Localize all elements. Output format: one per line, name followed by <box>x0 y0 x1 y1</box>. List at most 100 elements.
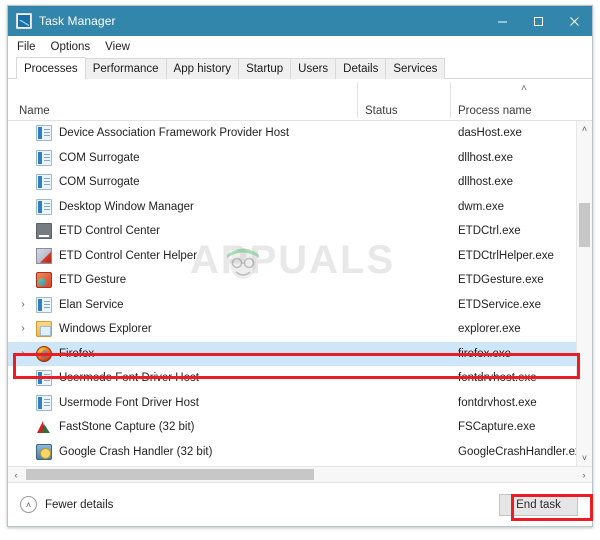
tab-details[interactable]: Details <box>335 58 387 79</box>
tab-performance[interactable]: Performance <box>84 58 167 79</box>
menu-bar: File Options View <box>8 36 592 57</box>
process-executable-name: dwm.exe <box>458 200 505 213</box>
process-display-name: Google Crash Handler (32 bit) <box>59 445 213 458</box>
tab-strip: Processes Performance App history Startu… <box>8 57 592 79</box>
scroll-up-icon[interactable]: ˄ <box>577 121 592 137</box>
table-row[interactable]: COM Surrogate dllhost.exe <box>8 146 576 171</box>
status-bar: ˄ Fewer details End task <box>8 482 592 526</box>
process-display-name: Desktop Window Manager <box>59 200 194 213</box>
process-executable-name: fontdrvhost.exe <box>458 372 537 385</box>
scroll-left-icon[interactable]: ‹ <box>8 467 24 482</box>
scroll-right-icon[interactable]: › <box>576 467 592 482</box>
chevron-right-icon[interactable]: › <box>16 299 30 310</box>
helper-icon <box>36 247 52 264</box>
process-display-name: FastStone Capture (32 bit) <box>59 421 195 434</box>
process-executable-name: explorer.exe <box>458 323 521 336</box>
column-divider-process[interactable] <box>450 82 451 118</box>
sort-indicator-strip: ˄ <box>8 79 592 96</box>
task-manager-icon <box>16 13 32 29</box>
processes-panel: ˄ Name Status Process name Device Associ… <box>8 79 592 526</box>
table-row[interactable]: COM Surrogate dllhost.exe <box>8 170 576 195</box>
process-executable-name: dasHost.exe <box>458 127 522 140</box>
table-row[interactable]: Google Crash Handler (32 bit) GoogleCrash… <box>8 440 587 465</box>
process-executable-name: GoogleCrashHandler.exe <box>458 445 588 458</box>
gesture-icon <box>36 272 52 289</box>
table-row[interactable]: › Elan Service ETDService.exe <box>8 293 576 318</box>
menu-item-file[interactable]: File <box>17 40 44 54</box>
process-executable-name: ETDCtrlHelper.exe <box>458 249 554 262</box>
process-display-name: COM Surrogate <box>59 176 140 189</box>
window-icon <box>36 174 52 191</box>
process-display-name: Usermode Font Driver Host <box>59 396 199 409</box>
table-row[interactable]: Device Association Framework Provider Ho… <box>8 121 576 146</box>
menu-item-view[interactable]: View <box>105 40 138 54</box>
column-divider-status[interactable] <box>357 82 358 118</box>
process-display-name: COM Surrogate <box>59 151 140 164</box>
process-display-name: ETD Control Center Helper <box>59 249 198 262</box>
process-executable-name: dllhost.exe <box>458 176 513 189</box>
chevron-right-icon[interactable]: › <box>16 324 30 334</box>
table-row[interactable]: Usermode Font Driver Host fontdrvhost.exe <box>8 366 576 391</box>
chevron-up-icon[interactable]: ˄ <box>20 496 37 513</box>
process-executable-name: ETDCtrl.exe <box>458 225 521 238</box>
process-display-name: Windows Explorer <box>59 323 152 336</box>
table-row[interactable]: › Windows Explorer explorer.exe <box>8 317 576 342</box>
process-display-name: Elan Service <box>59 298 124 311</box>
tab-users[interactable]: Users <box>290 58 337 79</box>
menu-item-options[interactable]: Options <box>51 40 99 54</box>
horizontal-scroll-thumb[interactable] <box>26 469 314 480</box>
vertical-scrollbar[interactable]: ˄ ˅ <box>576 121 592 466</box>
table-row[interactable]: ETD Control Center Helper ETDCtrlHelper.e… <box>8 244 576 269</box>
process-display-name: Usermode Font Driver Host <box>59 372 199 385</box>
process-display-name: Device Association Framework Provider Ho… <box>59 127 290 140</box>
tab-startup[interactable]: Startup <box>238 58 292 79</box>
process-display-name: ETD Control Center <box>59 225 160 238</box>
process-executable-name: ETDGesture.exe <box>458 274 544 287</box>
table-row[interactable]: Desktop Window Manager dwm.exe <box>8 195 576 220</box>
end-task-button[interactable]: End task <box>499 494 578 516</box>
process-display-name: Firefox <box>59 347 95 360</box>
window-icon <box>36 394 52 411</box>
table-row[interactable]: Usermode Font Driver Host fontdrvhost.exe <box>8 391 576 416</box>
process-list-area: Device Association Framework Provider Ho… <box>8 121 592 466</box>
process-rows: Device Association Framework Provider Ho… <box>8 121 587 466</box>
table-row[interactable]: ETD Control Center ETDCtrl.exe <box>8 219 576 244</box>
table-row[interactable]: › Firefox firefox.exe <box>8 341 576 366</box>
table-row[interactable]: FastStone Capture (32 bit) FSCapture.exe <box>8 415 576 440</box>
table-row[interactable]: ETD Gesture ETDGesture.exe <box>8 268 576 293</box>
window-controls <box>484 6 592 36</box>
process-executable-name: fontdrvhost.exe <box>458 396 537 409</box>
window-icon <box>36 125 52 142</box>
firefox-icon <box>36 345 52 362</box>
column-header-process-name[interactable]: Process name <box>458 105 532 117</box>
window-icon <box>36 198 52 215</box>
chevron-right-icon[interactable]: › <box>16 348 30 359</box>
process-executable-name: firefox.exe <box>458 347 512 360</box>
fewer-details-label[interactable]: Fewer details <box>45 499 113 511</box>
crash-icon <box>36 443 52 460</box>
minimize-button[interactable] <box>484 6 520 36</box>
window-icon <box>36 149 52 166</box>
close-button[interactable] <box>556 6 592 36</box>
title-bar: Task Manager <box>8 6 592 36</box>
maximize-button[interactable] <box>520 6 556 36</box>
folder-icon <box>36 321 52 338</box>
screenshot-root: Task Manager File Options View Processes <box>0 0 600 540</box>
tab-app-history[interactable]: App history <box>165 58 240 79</box>
window-icon <box>36 296 52 313</box>
faststone-icon <box>36 419 52 435</box>
scroll-down-icon[interactable]: ˅ <box>577 450 592 466</box>
tab-processes[interactable]: Processes <box>16 57 86 79</box>
tab-services[interactable]: Services <box>385 58 446 79</box>
process-executable-name: FSCapture.exe <box>458 421 536 434</box>
task-manager-window: Task Manager File Options View Processes <box>7 5 593 527</box>
window-title: Task Manager <box>39 14 116 28</box>
window-icon <box>36 370 52 387</box>
horizontal-scrollbar[interactable]: ‹ › <box>8 466 592 482</box>
monitor-icon <box>36 223 52 240</box>
column-header-status[interactable]: Status <box>365 105 398 117</box>
process-executable-name: dllhost.exe <box>458 151 513 164</box>
process-display-name: ETD Gesture <box>59 274 127 287</box>
vertical-scroll-thumb[interactable] <box>579 203 590 247</box>
column-header-name[interactable]: Name <box>19 105 50 117</box>
